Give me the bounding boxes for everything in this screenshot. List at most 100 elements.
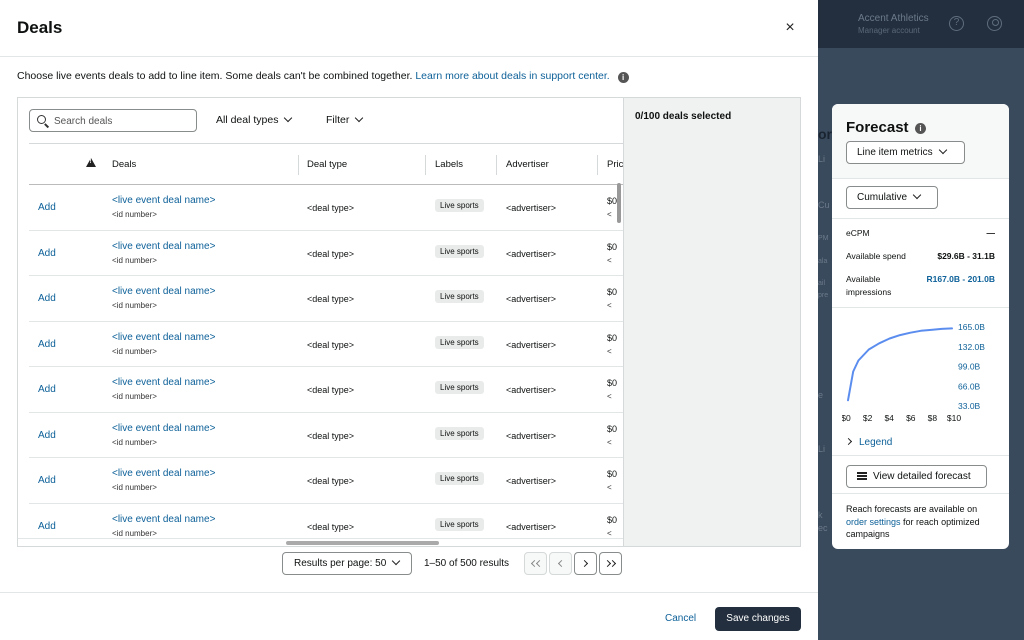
x-tick-label: $2 bbox=[863, 413, 873, 423]
add-deal-link[interactable]: Add bbox=[38, 202, 56, 213]
label-badge: Live sports bbox=[435, 472, 484, 485]
results-per-page-label: Results per page: 50 bbox=[294, 558, 387, 569]
column-divider[interactable] bbox=[597, 155, 598, 175]
divider bbox=[832, 218, 1009, 219]
view-detailed-forecast-label: View detailed forecast bbox=[873, 471, 971, 482]
add-deal-link[interactable]: Add bbox=[38, 248, 56, 259]
account-type: Manager account bbox=[858, 26, 920, 35]
price-sub: < bbox=[607, 346, 612, 356]
filter-dropdown[interactable]: Filter bbox=[326, 113, 364, 126]
add-deal-link[interactable]: Add bbox=[38, 339, 56, 350]
chevron-right-icon bbox=[844, 437, 853, 446]
column-header-deal-type[interactable]: Deal type bbox=[307, 159, 347, 170]
deal-types-dropdown[interactable]: All deal types bbox=[216, 113, 293, 126]
metric-label: Available impressions bbox=[846, 274, 892, 297]
advertiser: <advertiser> bbox=[506, 521, 557, 532]
price-sub: < bbox=[607, 392, 612, 401]
add-deal-link[interactable]: Add bbox=[38, 521, 56, 532]
metric-value: R167.0B - 201.0B bbox=[926, 274, 995, 284]
advertiser: <advertiser> bbox=[506, 294, 557, 304]
column-header-labels[interactable]: Labels bbox=[435, 159, 463, 170]
metric-label: Available spend bbox=[846, 251, 906, 261]
info-icon[interactable]: i bbox=[617, 72, 629, 83]
price: $0 bbox=[607, 423, 618, 434]
add-deal-link[interactable]: Add bbox=[38, 475, 56, 486]
search-input[interactable] bbox=[54, 113, 194, 129]
chevron-down-icon bbox=[355, 113, 364, 123]
column-header-deals[interactable]: Deals bbox=[112, 159, 136, 170]
support-center-link[interactable]: Learn more about deals in support center… bbox=[415, 70, 609, 82]
ghost-fragment: PM bbox=[818, 235, 829, 242]
deal-name-link[interactable]: <live event deal name> bbox=[112, 241, 215, 252]
cancel-button[interactable]: Cancel bbox=[665, 613, 696, 624]
help-icon[interactable]: ? bbox=[949, 16, 964, 31]
ghost-fragment: e bbox=[818, 390, 824, 400]
previous-page-button[interactable] bbox=[549, 552, 572, 575]
order-settings-link[interactable]: order settings bbox=[846, 517, 901, 527]
reach-forecast-note: Reach forecasts are available on order s… bbox=[846, 503, 996, 541]
deal-name-link[interactable]: <live event deal name> bbox=[112, 423, 215, 434]
account-name[interactable]: Accent Athletics bbox=[858, 13, 929, 24]
column-divider[interactable] bbox=[496, 155, 497, 175]
metric-value: $29.6B - 31.1B bbox=[937, 251, 995, 261]
user-icon[interactable] bbox=[987, 16, 1002, 31]
price-sub: < bbox=[607, 210, 612, 219]
x-tick-label: $10 bbox=[947, 413, 961, 423]
first-page-button[interactable] bbox=[524, 552, 547, 575]
deal-type: <deal type> bbox=[307, 521, 355, 532]
chevron-down-icon bbox=[284, 113, 293, 123]
add-deal-link[interactable]: Add bbox=[38, 293, 56, 304]
y-tick-label: 66.0B bbox=[958, 381, 981, 391]
vertical-scrollbar[interactable] bbox=[617, 183, 621, 223]
close-icon[interactable]: × bbox=[780, 18, 800, 38]
chevron-left-icon bbox=[535, 559, 544, 568]
last-page-button[interactable] bbox=[599, 552, 622, 575]
results-per-page-dropdown[interactable]: Results per page: 50 bbox=[282, 552, 412, 575]
info-icon[interactable]: i bbox=[915, 123, 926, 134]
price-sub: < bbox=[607, 483, 612, 492]
chevron-down-icon bbox=[938, 145, 947, 155]
column-header-price[interactable]: Pric bbox=[607, 159, 623, 170]
ghost-fragment: Li bbox=[818, 444, 826, 454]
deal-name-link[interactable]: <live event deal name> bbox=[112, 377, 215, 388]
column-divider[interactable] bbox=[425, 155, 426, 175]
modal-title: Deals bbox=[17, 18, 63, 37]
obscured-background-text: or Li Cu PM ala ail pre e Li k ec bbox=[818, 60, 832, 620]
x-tick-label: $4 bbox=[884, 413, 894, 423]
deal-type: <deal type> bbox=[307, 248, 355, 259]
column-header-advertiser[interactable]: Advertiser bbox=[506, 159, 549, 170]
search-icon bbox=[37, 115, 46, 124]
forecast-title: Forecast bbox=[846, 119, 909, 136]
table-row: Add <live event deal name> <id number> <… bbox=[29, 276, 623, 322]
search-field[interactable] bbox=[29, 109, 197, 132]
ghost-fragment: k bbox=[818, 510, 823, 520]
chevron-down-icon bbox=[392, 556, 401, 566]
table-row: Add <live event deal name> <id number> <… bbox=[29, 322, 623, 367]
deal-type: <deal type> bbox=[307, 385, 355, 395]
deal-name-link[interactable]: <live event deal name> bbox=[112, 514, 215, 525]
deal-id: <id number> bbox=[112, 210, 157, 219]
deal-name-link[interactable]: <live event deal name> bbox=[112, 195, 215, 206]
ghost-fragment: pre bbox=[818, 292, 829, 299]
line-item-metrics-dropdown[interactable]: Line item metrics bbox=[846, 141, 965, 164]
deal-type: <deal type> bbox=[307, 294, 355, 304]
legend-toggle[interactable]: Legend bbox=[844, 437, 892, 448]
deal-name-link[interactable]: <live event deal name> bbox=[112, 332, 215, 343]
cumulative-dropdown[interactable]: Cumulative bbox=[846, 186, 938, 209]
deal-name-link[interactable]: <live event deal name> bbox=[112, 286, 215, 297]
warning-icon bbox=[86, 158, 96, 167]
table-header: Deals Deal type Labels Advertiser Pric bbox=[29, 143, 623, 185]
horizontal-scrollbar[interactable] bbox=[286, 541, 439, 545]
price: $0 bbox=[607, 241, 618, 252]
deal-name-link[interactable]: <live event deal name> bbox=[112, 468, 215, 479]
save-changes-button[interactable]: Save changes bbox=[715, 607, 801, 631]
view-detailed-forecast-button[interactable]: View detailed forecast bbox=[846, 465, 987, 488]
column-divider[interactable] bbox=[298, 155, 299, 175]
ghost-fragment: Cu bbox=[818, 200, 830, 210]
top-bar: Accent Athletics Manager account ? bbox=[818, 0, 1024, 48]
add-deal-link[interactable]: Add bbox=[38, 430, 56, 441]
next-page-button[interactable] bbox=[574, 552, 597, 575]
forecast-line bbox=[847, 327, 953, 402]
add-deal-link[interactable]: Add bbox=[38, 384, 56, 395]
deal-type: <deal type> bbox=[307, 339, 355, 350]
